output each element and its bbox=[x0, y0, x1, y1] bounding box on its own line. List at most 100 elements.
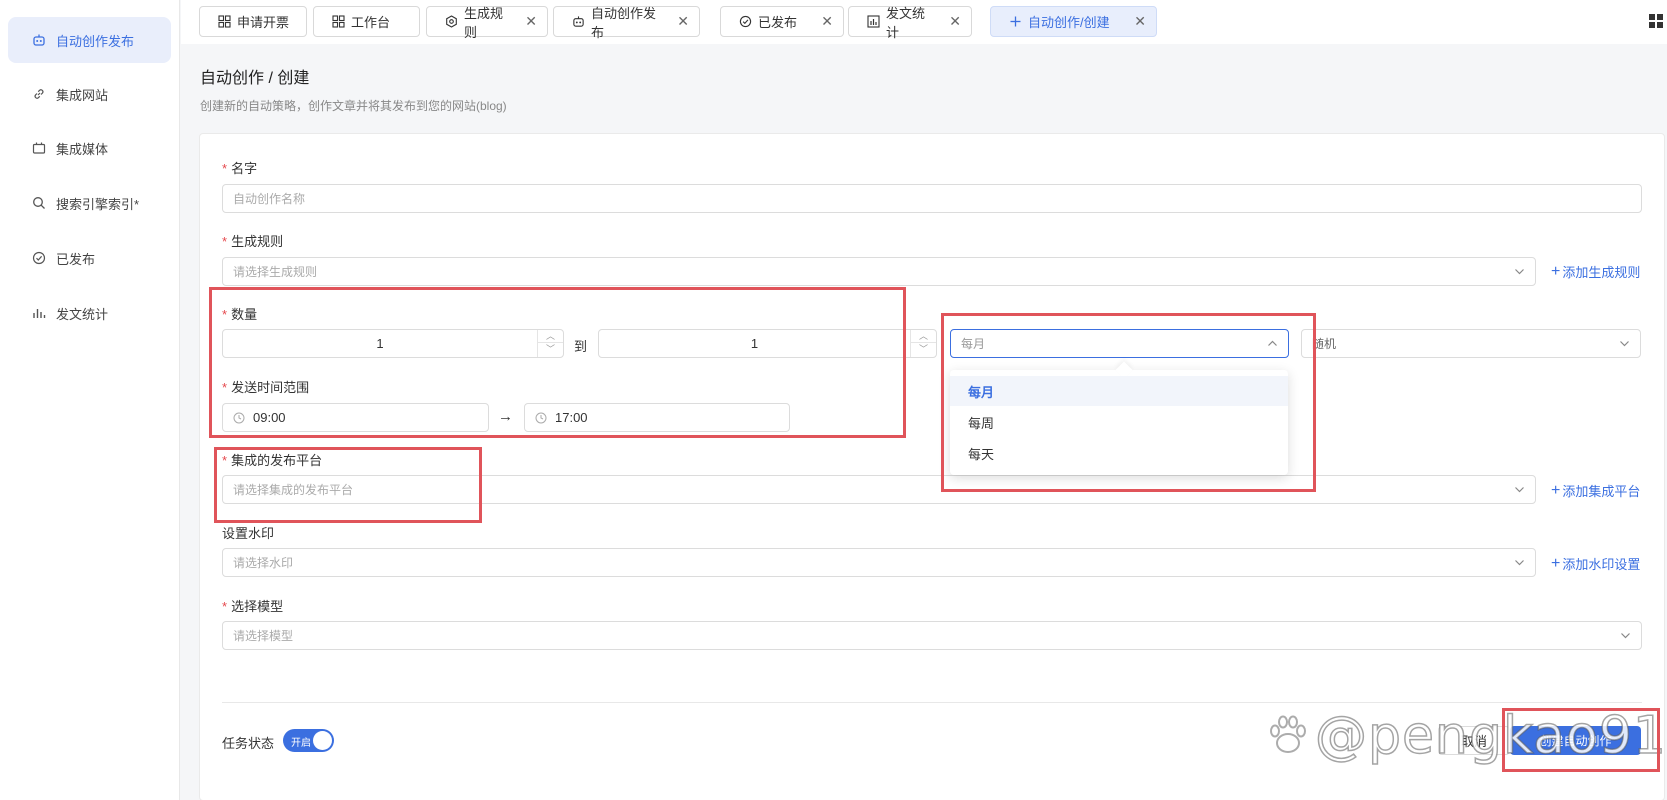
watermark-select[interactable]: 请选择水印 bbox=[222, 548, 1536, 577]
task-status-label: 任务状态 bbox=[222, 736, 275, 751]
label-text: 选择模型 bbox=[231, 599, 284, 614]
add-platform-link[interactable]: + 添加集成平台 bbox=[1551, 481, 1640, 500]
rule-select[interactable]: 请选择生成规则 bbox=[222, 257, 1536, 286]
apps-grid-icon[interactable] bbox=[1649, 14, 1663, 28]
sidebar-item-label: 搜索引擎索引* bbox=[56, 196, 140, 212]
model-select[interactable]: 请选择模型 bbox=[222, 621, 1642, 650]
robot-icon bbox=[32, 33, 46, 47]
sidebar-item-label: 已发布 bbox=[56, 251, 96, 267]
form-card bbox=[199, 133, 1665, 800]
tab-label: 发文统计 bbox=[886, 5, 926, 40]
period-select[interactable]: 每月 bbox=[950, 329, 1289, 358]
name-label: * 名字 bbox=[222, 158, 257, 177]
required-mark: * bbox=[222, 161, 228, 176]
dropdown-option-weekly[interactable]: 每周 bbox=[950, 407, 1288, 437]
link-text: 添加集成平台 bbox=[1562, 484, 1641, 499]
end-time-input[interactable]: 17:00 bbox=[524, 403, 790, 432]
placeholder: 请选择水印 bbox=[233, 556, 294, 570]
mode-select[interactable]: 随机 bbox=[1301, 329, 1641, 358]
sidebar-item-label: 自动创作发布 bbox=[56, 33, 135, 49]
create-button[interactable]: 创建自动创作 bbox=[1510, 726, 1641, 755]
divider bbox=[222, 702, 1642, 703]
chevron-down-icon[interactable]: ﹀ bbox=[538, 343, 563, 356]
label-text: 数量 bbox=[231, 307, 258, 322]
placeholder: 请选择生成规则 bbox=[233, 265, 318, 279]
tab-invoice[interactable]: 申请开票 bbox=[199, 6, 307, 37]
close-icon[interactable]: ✕ bbox=[665, 13, 689, 30]
chevron-down-icon bbox=[1619, 338, 1630, 349]
sidebar-item-auto-publish[interactable]: 自动创作发布 bbox=[8, 17, 171, 63]
sidebar: 自动创作发布 集成网站 集成媒体 搜索引擎索引* 已发布 发文统计 bbox=[0, 0, 180, 800]
plus-icon: + bbox=[1551, 262, 1561, 280]
platform-select[interactable]: 请选择集成的发布平台 bbox=[222, 475, 1536, 504]
quantity-min-value: 1 bbox=[376, 336, 384, 351]
chevron-up-icon[interactable]: ︿ bbox=[911, 330, 936, 343]
gear-icon bbox=[445, 15, 458, 28]
plus-icon: + bbox=[1551, 554, 1561, 572]
close-icon[interactable]: ✕ bbox=[513, 13, 537, 30]
page-subtitle: 创建新的自动策略，创作文章并将其发布到您的网站(blog) bbox=[200, 99, 507, 113]
close-icon[interactable]: ✕ bbox=[1122, 13, 1146, 30]
required-mark: * bbox=[222, 453, 228, 468]
tab-label: 申请开票 bbox=[237, 15, 290, 30]
bar-chart-icon bbox=[867, 15, 880, 28]
label-text: 设置水印 bbox=[222, 526, 275, 541]
sidebar-item-media[interactable]: 集成媒体 bbox=[8, 125, 171, 171]
chevron-down-icon bbox=[1514, 557, 1525, 568]
add-watermark-link[interactable]: + 添加水印设置 bbox=[1551, 554, 1640, 573]
tab-published[interactable]: 已发布 ✕ bbox=[720, 6, 844, 37]
add-rule-link[interactable]: + 添加生成规则 bbox=[1551, 262, 1640, 281]
required-mark: * bbox=[222, 599, 228, 614]
range-arrow: → bbox=[498, 408, 513, 425]
clock-icon bbox=[233, 412, 245, 424]
period-dropdown: 每月 每周 每天 bbox=[950, 361, 1288, 475]
tab-stats[interactable]: 发文统计 ✕ bbox=[848, 6, 972, 40]
tab-workbench[interactable]: 工作台 bbox=[313, 6, 420, 37]
chevron-up-icon[interactable]: ︿ bbox=[538, 330, 563, 343]
tab-bar: 申请开票 工作台 生成规则 ✕ 自动创作发布 ✕ 已发布 ✕ 发文统计 ✕ 自动… bbox=[181, 0, 1667, 44]
label-text: 发送时间范围 bbox=[231, 380, 310, 395]
send-time-label: * 发送时间范围 bbox=[222, 377, 309, 396]
quantity-min-stepper[interactable]: 1 ︿ ﹀ bbox=[222, 329, 564, 358]
tab-label: 已发布 bbox=[758, 15, 798, 30]
check-circle-icon bbox=[32, 251, 46, 265]
name-input[interactable]: 自动创作名称 bbox=[222, 184, 1642, 213]
toggle-label: 开启 bbox=[291, 738, 311, 749]
tab-create[interactable]: 自动创作/创建 ✕ bbox=[990, 6, 1157, 37]
tab-rules[interactable]: 生成规则 ✕ bbox=[426, 6, 548, 40]
tab-label: 自动创作/创建 bbox=[1028, 15, 1110, 30]
sidebar-item-stats[interactable]: 发文统计 bbox=[8, 290, 171, 336]
rule-label: * 生成规则 bbox=[222, 231, 283, 250]
quantity-label: * 数量 bbox=[222, 304, 257, 323]
tab-auto-publish[interactable]: 自动创作发布 ✕ bbox=[553, 6, 700, 40]
grid-icon bbox=[332, 15, 345, 28]
time-value: 09:00 bbox=[253, 410, 286, 425]
placeholder: 请选择模型 bbox=[233, 629, 294, 643]
required-mark: * bbox=[222, 307, 228, 322]
link-icon bbox=[32, 87, 46, 101]
quantity-max-stepper[interactable]: 1 ︿ ﹀ bbox=[598, 329, 937, 358]
search-icon bbox=[32, 196, 46, 210]
time-value: 17:00 bbox=[555, 410, 588, 425]
dropdown-option-daily[interactable]: 每天 bbox=[950, 438, 1288, 468]
plus-icon bbox=[1009, 15, 1022, 28]
cancel-button[interactable]: 取消 bbox=[1438, 726, 1510, 755]
required-mark: * bbox=[222, 234, 228, 249]
close-icon[interactable]: ✕ bbox=[809, 13, 833, 30]
sidebar-item-sites[interactable]: 集成网站 bbox=[8, 71, 171, 117]
start-time-input[interactable]: 09:00 bbox=[222, 403, 489, 432]
tab-label: 生成规则 bbox=[464, 5, 504, 40]
stepper-buttons[interactable]: ︿ ﹀ bbox=[910, 330, 936, 357]
sidebar-item-published[interactable]: 已发布 bbox=[8, 235, 171, 281]
task-status-toggle[interactable]: 开启 bbox=[283, 729, 334, 752]
stepper-buttons[interactable]: ︿ ﹀ bbox=[537, 330, 563, 357]
required-mark: * bbox=[222, 380, 228, 395]
selected-value: 每月 bbox=[961, 337, 986, 351]
quantity-max-value: 1 bbox=[750, 336, 759, 351]
sidebar-item-label: 集成媒体 bbox=[56, 141, 109, 157]
dropdown-option-monthly[interactable]: 每月 bbox=[950, 376, 1288, 406]
sidebar-item-search-index[interactable]: 搜索引擎索引* bbox=[8, 180, 171, 226]
chevron-up-icon bbox=[1267, 338, 1278, 349]
close-icon[interactable]: ✕ bbox=[937, 13, 961, 30]
chevron-down-icon[interactable]: ﹀ bbox=[911, 343, 936, 356]
